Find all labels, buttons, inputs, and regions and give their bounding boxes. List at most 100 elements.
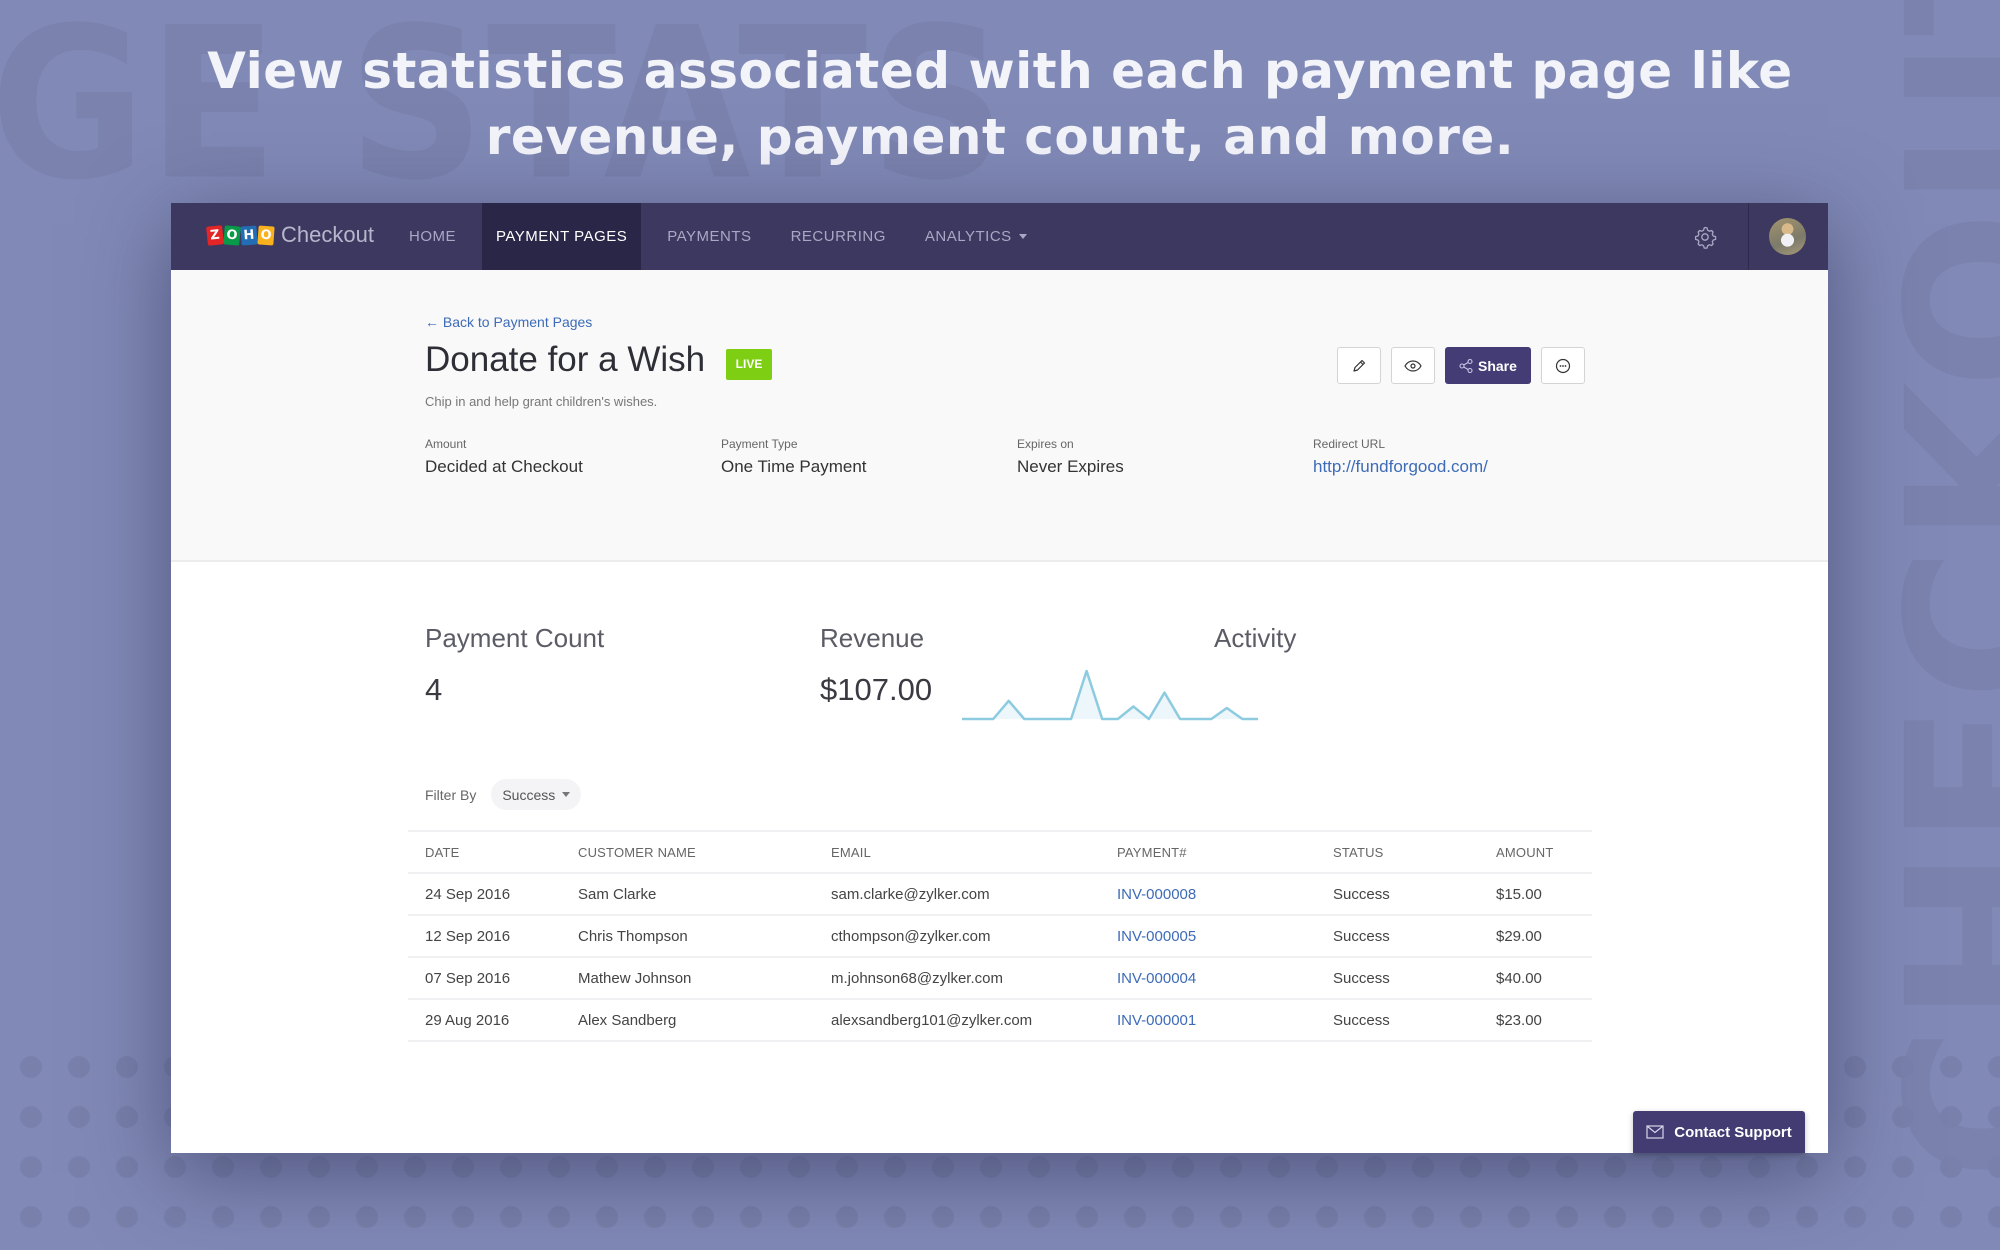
payments-table: DATE CUSTOMER NAME EMAIL PAYMENT# STATUS… [408,830,1592,1042]
background-dot [740,1156,762,1178]
filter-label: Filter By [425,786,477,803]
table-row[interactable]: 12 Sep 2016 Chris Thompson cthompson@zyl… [408,915,1592,958]
background-watermark-right: CHECKOUT [1862,0,2000,1180]
cell-status: Success [1333,873,1496,916]
background-dot [1028,1206,1050,1228]
column-header-date[interactable]: DATE [408,830,578,874]
detail-value: Never Expires [1017,457,1124,476]
background-dot [596,1156,618,1178]
background-dot [116,1156,138,1178]
redirect-url-link[interactable]: http://fundforgood.com/ [1313,457,1488,477]
background-dot [1460,1206,1482,1228]
detail-label: Redirect URL [1313,437,1386,451]
table-header-row: DATE CUSTOMER NAME EMAIL PAYMENT# STATUS… [408,830,1592,874]
back-to-payment-pages-link[interactable]: ← Back to Payment Pages [425,314,592,330]
background-dot [500,1206,522,1228]
nav-item-payment-pages[interactable]: PAYMENT PAGES [482,203,642,270]
page-subtitle: Chip in and help grant children's wishes… [425,394,658,409]
background-dot [1892,1056,1914,1078]
background-dot [1124,1156,1146,1178]
column-header-email[interactable]: EMAIL [831,830,1117,874]
cell-amount: $23.00 [1496,999,1592,1042]
preview-button[interactable] [1391,347,1435,384]
table-row[interactable]: 29 Aug 2016 Alex Sandberg alexsandberg10… [408,999,1592,1042]
background-dot [1940,1206,1962,1228]
detail-label: Expires on [1017,437,1074,451]
column-header-payment-number[interactable]: PAYMENT# [1117,830,1333,874]
filter-bar: Filter By Success [425,779,582,810]
edit-button[interactable] [1337,347,1381,384]
app-window: Z O H O Checkout HOME PAYMENT PAGES PAYM… [171,203,1828,1153]
background-dot [1988,1106,2000,1128]
cell-amount: $15.00 [1496,873,1592,916]
nav-item-recurring[interactable]: RECURRING [778,203,899,270]
background-dot [932,1206,954,1228]
nav-item-home[interactable]: HOME [396,203,469,270]
gear-icon[interactable] [1693,225,1717,249]
top-navbar: Z O H O Checkout HOME PAYMENT PAGES PAYM… [171,203,1828,270]
background-dot [1940,1056,1962,1078]
background-dot [932,1156,954,1178]
background-dot [1364,1156,1386,1178]
nav-label: PAYMENTS [667,228,752,245]
background-dot [836,1206,858,1228]
background-dot [1940,1156,1962,1178]
background-dot [1460,1156,1482,1178]
background-dot [68,1106,90,1128]
nav-label: RECURRING [790,228,886,245]
background-dot [1652,1206,1674,1228]
background-dot [1892,1206,1914,1228]
background-dot [1412,1206,1434,1228]
column-header-customer-name[interactable]: CUSTOMER NAME [578,830,831,874]
more-options-button[interactable] [1540,347,1585,384]
background-dot [68,1056,90,1078]
cell-payment-number-link[interactable]: INV-000001 [1117,999,1333,1042]
status-filter-dropdown[interactable]: Success [491,779,582,810]
background-dot [1748,1206,1770,1228]
logo-letter: O [257,224,275,246]
user-avatar[interactable] [1769,218,1806,255]
table-row[interactable]: 24 Sep 2016 Sam Clarke sam.clarke@zylker… [408,873,1592,916]
background-dot [1268,1206,1290,1228]
detail-label: Amount [425,437,467,451]
logo-letter: Z [206,224,224,246]
detail-amount: Amount Decided at Checkout [425,437,583,477]
background-dot [20,1206,42,1228]
pencil-icon [1353,359,1366,372]
cell-amount: $29.00 [1496,915,1592,958]
cell-date: 07 Sep 2016 [408,957,578,1000]
background-dot [1172,1206,1194,1228]
table-row[interactable]: 07 Sep 2016 Mathew Johnson m.johnson68@z… [408,957,1592,1000]
cell-payment-number-link[interactable]: INV-000008 [1117,873,1333,916]
cell-customer-name: Mathew Johnson [578,957,831,1000]
share-button[interactable]: Share [1445,347,1531,384]
column-header-status[interactable]: STATUS [1333,830,1496,874]
marketing-headline: View statistics associated with each pay… [0,38,2000,170]
nav-item-analytics[interactable]: ANALYTICS [912,203,1040,270]
nav-item-payments[interactable]: PAYMENTS [654,203,764,270]
chevron-down-icon [1018,234,1027,239]
more-icon [1555,358,1571,373]
stat-label: Payment Count [425,623,605,653]
activity-sparkline [962,669,1258,721]
cell-payment-number-link[interactable]: INV-000004 [1117,957,1333,1000]
stat-label: Activity [1214,623,1297,653]
stat-revenue: Revenue $107.00 [820,623,932,708]
contact-support-button[interactable]: Contact Support [1633,1111,1805,1153]
background-dot [116,1056,138,1078]
zoho-checkout-logo[interactable]: Z O H O Checkout [206,222,374,248]
background-dot [1700,1156,1722,1178]
background-dot [356,1206,378,1228]
cell-customer-name: Sam Clarke [578,873,831,916]
background-dot [1844,1056,1866,1078]
column-header-amount[interactable]: AMOUNT [1496,830,1592,874]
background-dot [644,1206,666,1228]
background-dot [596,1206,618,1228]
cell-payment-number-link[interactable]: INV-000005 [1117,915,1333,958]
background-dot [164,1206,186,1228]
chevron-down-icon [562,792,571,797]
background-dot [20,1156,42,1178]
background-dot [548,1156,570,1178]
background-dot [1844,1106,1866,1128]
background-dot [212,1156,234,1178]
